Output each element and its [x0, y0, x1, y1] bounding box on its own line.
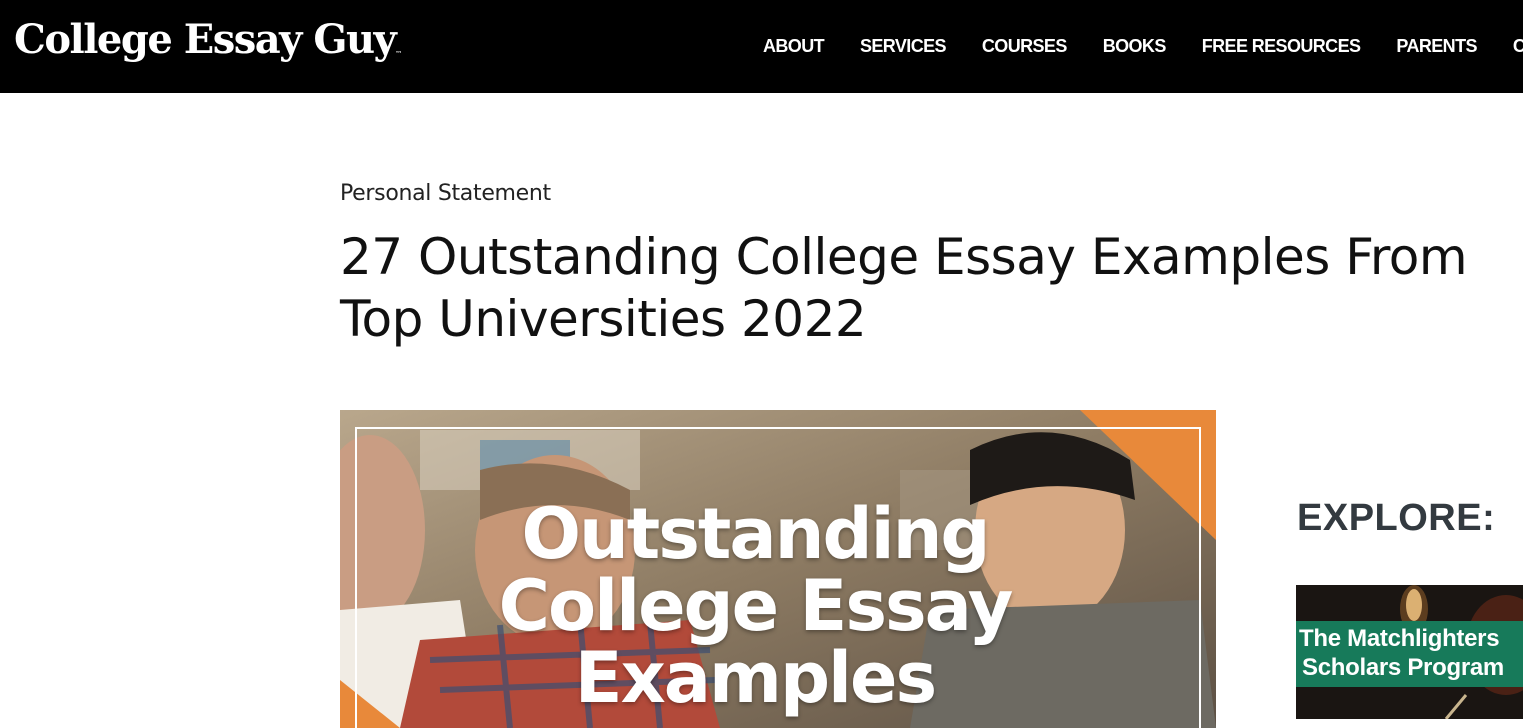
hero-line: Examples	[574, 637, 937, 719]
nav-item-truncated[interactable]: C	[1495, 36, 1523, 57]
promo-line: The Matchlighters	[1299, 625, 1500, 652]
hero-line: Outstanding	[521, 493, 990, 575]
nav-item-free-resources[interactable]: FREE RESOURCES	[1184, 36, 1379, 57]
hero-image: Outstanding College Essay Examples	[340, 410, 1216, 728]
promo-title: The Matchlighters Scholars Program	[1299, 624, 1504, 682]
hero-headline: Outstanding College Essay Examples	[340, 498, 1170, 714]
explore-heading: EXPLORE:	[1297, 497, 1496, 539]
nav-item-books[interactable]: BOOKS	[1085, 36, 1184, 57]
nav-item-about[interactable]: ABOUT	[745, 36, 842, 57]
nav-item-courses[interactable]: COURSES	[964, 36, 1085, 57]
nav-item-parents[interactable]: PARENTS	[1378, 36, 1494, 57]
hero-line: College Essay	[498, 565, 1014, 647]
logo-trademark: ™	[395, 50, 403, 58]
matchlighters-promo-banner[interactable]: The Matchlighters Scholars Program	[1296, 585, 1523, 719]
logo-text: College Essay Guy	[14, 16, 397, 63]
site-header: College Essay Guy™ ABOUT SERVICES COURSE…	[0, 0, 1523, 93]
page: College Essay Guy™ ABOUT SERVICES COURSE…	[0, 0, 1523, 728]
nav-item-services[interactable]: SERVICES	[842, 36, 964, 57]
article-title: 27 Outstanding College Essay Examples Fr…	[340, 228, 1468, 348]
main-nav: ABOUT SERVICES COURSES BOOKS FREE RESOUR…	[745, 0, 1523, 93]
site-logo[interactable]: College Essay Guy™	[14, 12, 402, 68]
article-category[interactable]: Personal Statement	[340, 181, 551, 206]
promo-line: Scholars Program	[1302, 654, 1504, 681]
